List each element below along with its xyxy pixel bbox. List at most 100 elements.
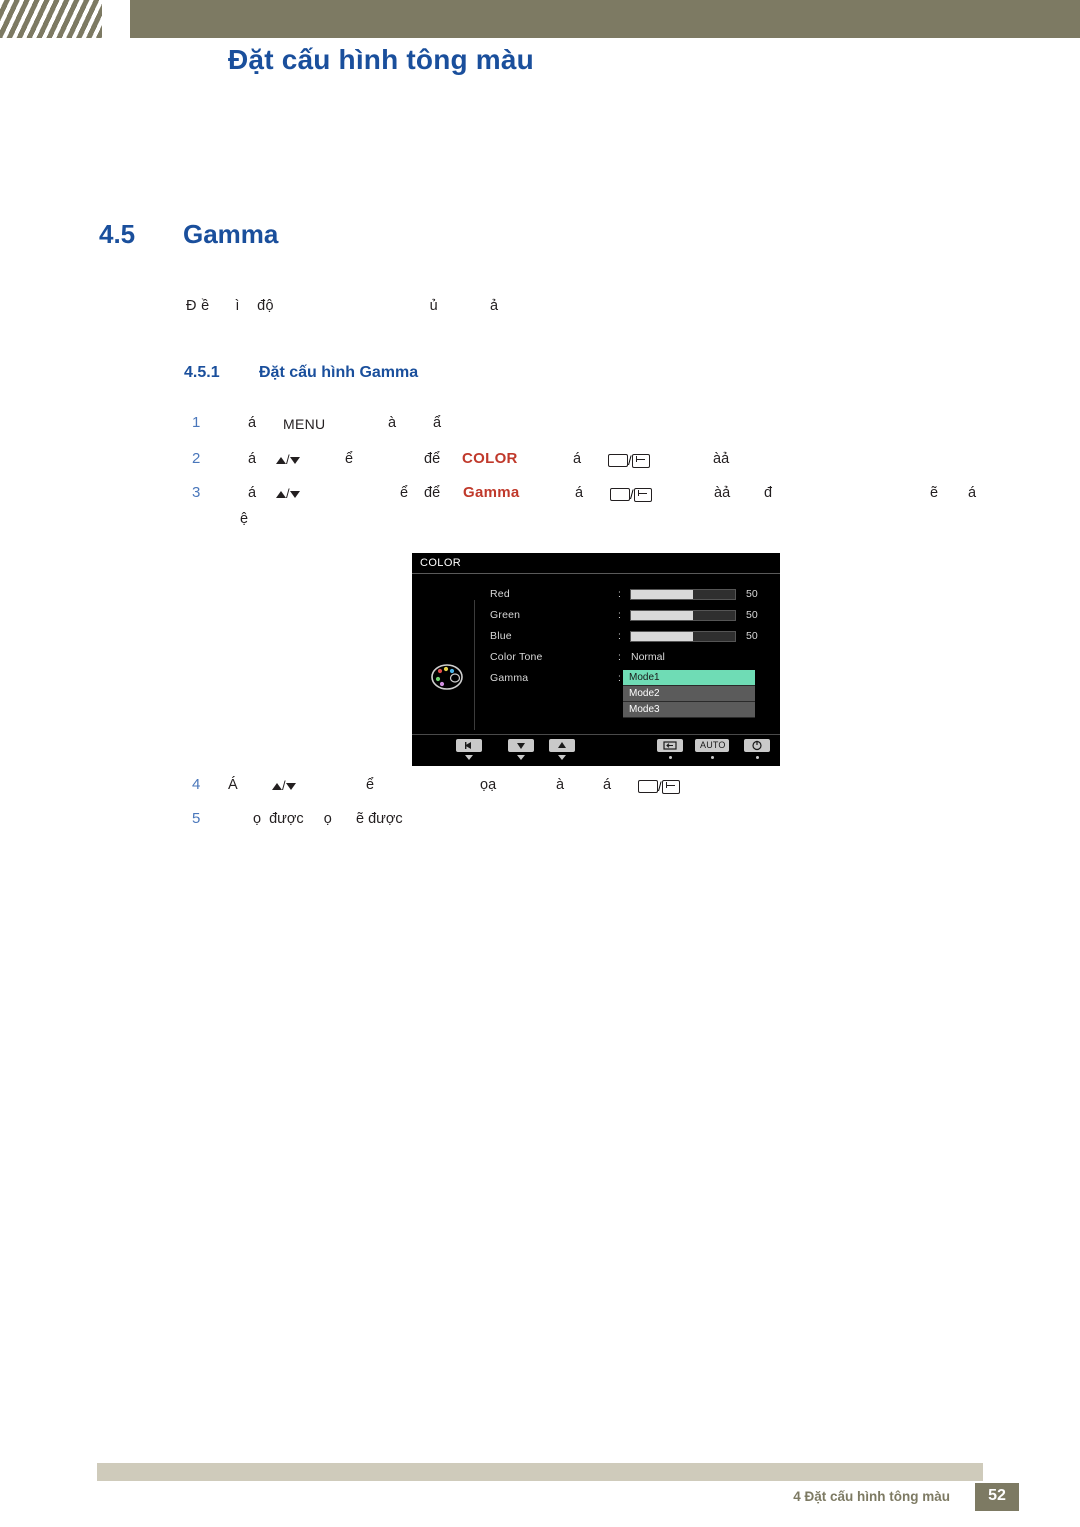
footer-page-number: 52 [988,1487,1006,1504]
osd-colon-blue: : [618,630,621,642]
osd-value-blue: 50 [746,630,758,642]
enter-key-icon-step2: / [608,452,650,470]
osd-colon-green: : [618,609,621,621]
enter-key-glyph [661,779,680,794]
osd-screenshot: COLOR Red : 50 Green : 50 Blue : 50 Colo… [412,553,780,766]
triangle-up-icon [272,783,282,790]
osd-row-label-red: Red [490,588,510,600]
osd-title: COLOR [420,557,462,569]
enter-key-glyph [633,487,652,502]
step-4-text-e: á [603,777,612,793]
osd-colon-red: : [618,588,621,600]
section-title: Gamma [183,219,279,249]
step-4-text-b: ể [366,777,375,793]
osd-gamma-submenu: Mode1 Mode2 Mode3 [623,670,755,718]
step-2-text-c: để [424,451,441,467]
step-3-text-c: để [424,485,441,501]
step-3-keyword-gamma: Gamma [463,484,520,501]
osd-row-label-gamma: Gamma [490,672,529,684]
osd-slider-red[interactable] [630,589,736,600]
osd-button-up[interactable] [549,739,575,752]
osd-dot-enter [669,756,672,759]
osd-button-enter[interactable] [657,739,683,752]
rect-key-icon [610,488,630,502]
step-3-text-d: á [575,485,584,501]
step-number-2: 2 [192,450,201,467]
header-hatch-decoration [0,0,102,38]
osd-value-red: 50 [746,588,758,600]
left-arrow-icon [465,742,471,749]
osd-dot-auto [711,756,714,759]
enter-icon [663,741,677,750]
step-number-3: 3 [192,484,201,501]
step-3-text-i: ệ [240,511,249,527]
rect-key-icon [608,454,628,468]
step-4-text-a: Á [228,777,238,793]
step-5-text: ọ được ọ ẽ được [253,811,403,827]
step-1-text-c: ẩ [433,415,442,431]
osd-submenu-item-mode1[interactable]: Mode1 [623,670,755,686]
step-number-1: 1 [192,414,201,431]
page-header-band [0,0,1080,38]
osd-button-down[interactable] [508,739,534,752]
osd-colon-gamma: : [618,672,621,684]
osd-slider-blue-fill [631,632,693,641]
osd-submenu-item-mode3[interactable]: Mode3 [623,702,755,718]
enter-key-icon-step4: / [638,778,680,796]
step-3-text-f: đ [764,485,773,501]
step-2-text-d: á [573,451,582,467]
step-3-text-b: ể [400,485,409,501]
subsection-title: Đặt cấu hình Gamma [259,364,419,381]
osd-body: Red : 50 Green : 50 Blue : 50 Color Tone… [412,574,780,734]
step-1-text-a: á [248,415,257,431]
osd-row-label-color-tone: Color Tone [490,651,543,663]
osd-slider-green[interactable] [630,610,736,621]
step-2-text-b: ể [345,451,354,467]
power-icon [752,740,762,751]
footer-chapter-label: 4 Đặt cấu hình tông màu [793,1489,950,1504]
enter-key-icon-step3: / [610,486,652,504]
step-1-key-menu: MENU [283,416,326,432]
step-number-5: 5 [192,810,201,827]
footer-rule [97,1463,983,1481]
rect-key-icon [638,780,658,794]
step-4-text-c: ọạ [480,777,497,793]
triangle-down-icon [289,491,300,498]
osd-caret-down [517,755,525,760]
osd-button-left[interactable] [456,739,482,752]
osd-colon-color-tone: : [618,651,621,663]
osd-row-label-green: Green [490,609,521,621]
step-2-keyword-color: COLOR [462,450,518,467]
osd-submenu-item-mode2[interactable]: Mode2 [623,686,755,702]
osd-caret-left [465,755,473,760]
subsection-number: 4.5.1 [184,364,220,381]
osd-button-bar: AUTO [412,734,780,766]
step-3-text-g: ẽ [930,485,939,501]
up-arrow-icon [558,742,566,748]
page-title: Đặt cấu hình tông màu [228,44,534,75]
palette-icon [431,664,463,690]
triangle-down-icon [289,457,300,464]
osd-row-label-blue: Blue [490,630,512,642]
updown-key-icon-step3: / [276,486,300,501]
osd-vertical-divider [474,600,475,730]
osd-caret-up [558,755,566,760]
updown-key-icon-step4: / [272,778,296,793]
osd-dot-power [756,756,759,759]
triangle-down-icon [285,783,296,790]
section-number: 4.5 [99,219,136,249]
enter-key-glyph [631,453,650,468]
step-3-text-h: á [968,485,977,501]
osd-button-auto-label: AUTO [700,740,726,750]
osd-button-power[interactable] [744,739,770,752]
down-arrow-icon [517,743,525,749]
osd-value-color-tone: Normal [631,651,665,663]
step-2-text-e: àả [713,451,730,467]
step-4-text-d: à [556,777,565,793]
osd-slider-red-fill [631,590,693,599]
osd-value-green: 50 [746,609,758,621]
triangle-up-icon [276,457,286,464]
osd-slider-blue[interactable] [630,631,736,642]
step-number-4: 4 [192,776,201,793]
step-3-text-a: á [248,485,257,501]
